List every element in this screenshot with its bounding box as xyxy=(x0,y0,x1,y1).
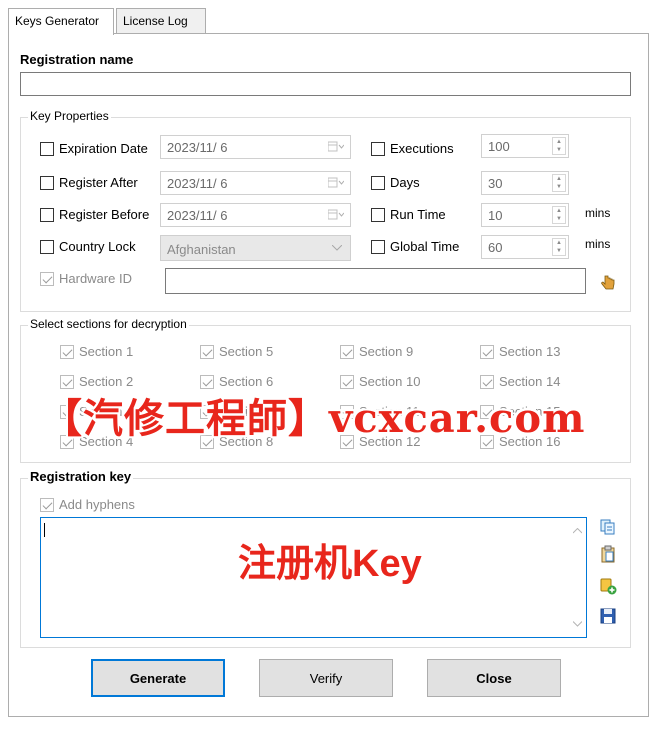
site-watermark: 【汽修工程師】vcxcar.com xyxy=(42,395,586,442)
global-time-checkbox[interactable]: Global Time xyxy=(371,239,459,254)
generate-button[interactable]: Generate xyxy=(91,659,225,697)
registration-name-input[interactable] xyxy=(20,72,631,96)
hardware-id-input[interactable] xyxy=(165,268,586,294)
copy-icon[interactable] xyxy=(599,518,617,536)
run-time-unit: mins xyxy=(585,206,611,220)
country-select[interactable]: Afghanistan xyxy=(160,235,351,261)
checkbox-label: Global Time xyxy=(390,239,460,254)
checkbox-label: Hardware ID xyxy=(59,271,132,286)
scroll-down-icon[interactable] xyxy=(573,621,582,627)
checkbox-box xyxy=(371,141,385,156)
section-checkbox: Section 1 xyxy=(60,344,133,359)
registration-key-title: Registration key xyxy=(28,469,134,484)
checkbox-label: Section 13 xyxy=(499,344,561,359)
close-button[interactable]: Close xyxy=(427,659,561,697)
days-spinner[interactable]: 30 ▲ ▼ xyxy=(481,171,569,195)
spinner-value: 10 xyxy=(488,208,503,223)
calendar-dropdown-icon xyxy=(328,141,344,152)
tab-label: Keys Generator xyxy=(15,14,100,28)
checkbox-label: Expiration Date xyxy=(59,141,148,156)
checkbox-label: Register Before xyxy=(59,207,150,222)
checkbox-box xyxy=(40,141,54,156)
register-after-checkbox[interactable]: Register After xyxy=(40,175,138,190)
checkbox-box xyxy=(40,497,54,512)
checkbox-box xyxy=(480,344,494,359)
button-label: Verify xyxy=(309,670,343,686)
add-key-icon[interactable] xyxy=(599,577,617,595)
checkbox-label: Add hyphens xyxy=(59,497,135,512)
spinner-arrows-icon[interactable]: ▲ ▼ xyxy=(552,174,566,192)
text-cursor xyxy=(44,523,45,537)
global-time-spinner[interactable]: 60 ▲ ▼ xyxy=(481,235,569,259)
run-time-checkbox[interactable]: Run Time xyxy=(371,207,446,222)
section-checkbox: Section 13 xyxy=(480,344,560,359)
register-after-picker[interactable]: 2023/11/ 6 xyxy=(160,171,351,195)
global-time-unit: mins xyxy=(585,237,611,251)
calendar-dropdown-icon xyxy=(328,177,344,188)
spinner-value: 100 xyxy=(488,139,510,154)
register-before-picker[interactable]: 2023/11/ 6 xyxy=(160,203,351,227)
hand-pointer-icon[interactable] xyxy=(599,273,617,291)
checkbox-box xyxy=(371,207,385,222)
chevron-down-icon xyxy=(332,245,342,251)
spinner-arrows-icon[interactable]: ▲ ▼ xyxy=(552,238,566,256)
checkbox-box xyxy=(40,271,54,286)
checkbox-label: Executions xyxy=(390,141,454,156)
checkbox-label: Country Lock xyxy=(59,239,136,254)
checkbox-box xyxy=(371,175,385,190)
section-checkbox: Section 5 xyxy=(200,344,273,359)
tab-keys-generator[interactable]: Keys Generator xyxy=(8,8,114,35)
calendar-dropdown-icon xyxy=(328,209,344,220)
checkbox-box xyxy=(60,344,74,359)
sections-title: Select sections for decryption xyxy=(28,317,189,331)
key-watermark: 注册机Key xyxy=(238,543,422,585)
checkbox-box xyxy=(40,175,54,190)
checkbox-box xyxy=(371,239,385,254)
checkbox-label: Days xyxy=(390,175,420,190)
checkbox-label: Register After xyxy=(59,175,138,190)
hardware-id-checkbox: Hardware ID xyxy=(40,271,132,286)
country-value: Afghanistan xyxy=(167,242,236,257)
registration-name-label: Registration name xyxy=(20,52,134,67)
checkbox-box xyxy=(340,344,354,359)
scroll-up-icon[interactable] xyxy=(573,528,582,534)
tab-label: License Log xyxy=(123,14,188,28)
run-time-spinner[interactable]: 10 ▲ ▼ xyxy=(481,203,569,227)
button-label: Generate xyxy=(129,670,187,686)
key-scrollbar[interactable] xyxy=(569,518,586,637)
verify-button[interactable]: Verify xyxy=(259,659,393,697)
section-checkbox: Section 9 xyxy=(340,344,413,359)
date-value: 2023/11/ 6 xyxy=(167,208,228,223)
spinner-arrows-icon[interactable]: ▲ ▼ xyxy=(552,137,566,155)
checkbox-box xyxy=(40,239,54,254)
spinner-arrows-icon[interactable]: ▲ ▼ xyxy=(552,206,566,224)
key-properties-title: Key Properties xyxy=(28,109,111,123)
checkbox-label: Section 1 xyxy=(79,344,134,359)
add-hyphens-checkbox: Add hyphens xyxy=(40,497,135,512)
button-label: Close xyxy=(476,670,512,686)
checkbox-label: Section 5 xyxy=(219,344,274,359)
date-value: 2023/11/ 6 xyxy=(167,140,228,155)
save-icon[interactable] xyxy=(599,607,617,625)
checkbox-label: Section 9 xyxy=(359,344,414,359)
checkbox-label: Run Time xyxy=(390,207,446,222)
executions-checkbox[interactable]: Executions xyxy=(371,141,454,156)
expiration-date-picker[interactable]: 2023/11/ 6 xyxy=(160,135,351,159)
spinner-value: 30 xyxy=(488,176,503,191)
checkbox-box xyxy=(200,344,214,359)
days-checkbox[interactable]: Days xyxy=(371,175,420,190)
checkbox-box xyxy=(40,207,54,222)
tab-license-log[interactable]: License Log xyxy=(116,8,206,33)
executions-spinner[interactable]: 100 ▲ ▼ xyxy=(481,134,569,158)
spinner-value: 60 xyxy=(488,240,503,255)
date-value: 2023/11/ 6 xyxy=(167,176,228,191)
expiration-date-checkbox[interactable]: Expiration Date xyxy=(40,141,148,156)
country-lock-checkbox[interactable]: Country Lock xyxy=(40,239,136,254)
register-before-checkbox[interactable]: Register Before xyxy=(40,207,149,222)
paste-icon[interactable] xyxy=(599,545,617,563)
